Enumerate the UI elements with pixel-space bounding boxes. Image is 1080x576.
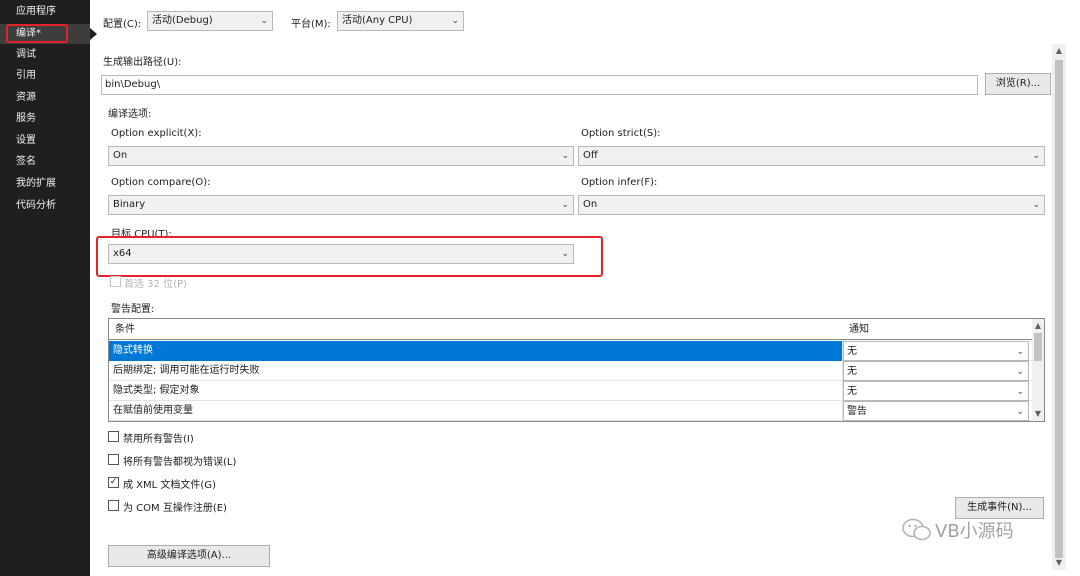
table-row[interactable]: 隐式转换 无 ⌄ xyxy=(109,341,1033,361)
config-select[interactable]: 活动(Debug) ⌄ xyxy=(147,11,273,31)
disable-warnings-checkbox[interactable] xyxy=(108,431,119,442)
com-interop-label: 为 COM 互操作注册(E) xyxy=(123,503,227,514)
sidebar-item-services[interactable]: 服务 xyxy=(0,109,90,129)
xml-doc-label: 成 XML 文档文件(G) xyxy=(123,480,216,491)
target-cpu-select[interactable]: x64 ⌄ xyxy=(108,244,574,264)
target-cpu-value: x64 xyxy=(113,248,132,259)
main-scroll-thumb[interactable] xyxy=(1055,60,1063,558)
chevron-down-icon: ⌄ xyxy=(1016,367,1024,377)
sidebar-item-references[interactable]: 引用 xyxy=(0,66,90,86)
table-scroll-thumb[interactable] xyxy=(1034,333,1042,361)
table-header: 条件 通知 xyxy=(109,319,1033,340)
advanced-compile-options-button[interactable]: 高级编译选项(A)... xyxy=(108,545,270,567)
scroll-up-icon[interactable]: ▲ xyxy=(1032,319,1044,333)
option-strict-value: Off xyxy=(583,150,598,161)
column-header-condition: 条件 xyxy=(115,324,135,335)
chevron-down-icon: ⌄ xyxy=(561,200,569,210)
chevron-down-icon: ⌄ xyxy=(1016,407,1024,417)
table-scrollbar[interactable]: ▲ ▼ xyxy=(1032,319,1044,421)
browse-button[interactable]: 浏览(R)... xyxy=(985,73,1051,95)
scroll-down-icon[interactable]: ▼ xyxy=(1032,407,1044,421)
target-cpu-label: 目标 CPU(T): xyxy=(111,229,172,240)
option-infer-label: Option infer(F): xyxy=(581,177,658,188)
output-path-input[interactable]: bin\Debug\ xyxy=(101,75,978,95)
option-explicit-label: Option explicit(X): xyxy=(111,128,202,139)
platform-label: 平台(M): xyxy=(291,19,331,30)
notify-value: 警告 xyxy=(847,406,867,417)
scroll-down-icon[interactable]: ▼ xyxy=(1052,556,1066,570)
chevron-down-icon: ⌄ xyxy=(561,151,569,161)
option-compare-value: Binary xyxy=(113,199,146,210)
option-infer-select[interactable]: On ⌄ xyxy=(578,195,1045,215)
table-row[interactable]: 后期绑定; 调用可能在运行时失败 无 ⌄ xyxy=(109,361,1033,381)
platform-select[interactable]: 活动(Any CPU) ⌄ xyxy=(337,11,464,31)
column-header-notify: 通知 xyxy=(849,324,869,335)
chevron-down-icon: ⌄ xyxy=(1016,387,1024,397)
condition-cell: 隐式转换 xyxy=(109,341,843,361)
disable-warnings-label: 禁用所有警告(I) xyxy=(123,434,194,445)
com-interop-checkbox[interactable] xyxy=(108,500,119,511)
warnings-as-errors-checkbox[interactable] xyxy=(108,454,119,465)
main-scrollbar[interactable]: ▲ ▼ xyxy=(1052,44,1066,570)
chevron-down-icon: ⌄ xyxy=(561,249,569,259)
condition-cell: 在赋值前使用变量 xyxy=(109,401,843,421)
xml-doc-checkbox[interactable]: ✓ xyxy=(108,477,119,488)
sidebar-item-compile[interactable]: 编译* xyxy=(0,24,90,44)
sidebar-item-code-analysis[interactable]: 代码分析 xyxy=(0,196,90,216)
notify-value: 无 xyxy=(847,386,857,397)
sidebar-item-signing[interactable]: 签名 xyxy=(0,152,90,172)
warnings-table: 条件 通知 隐式转换 无 ⌄ 后期绑定; 调用可能在运行时失败 无 ⌄ 隐式类型… xyxy=(108,318,1045,422)
prefer32-label: 首选 32 位(P) xyxy=(124,279,187,290)
config-label: 配置(C): xyxy=(103,19,142,30)
output-path-value: bin\Debug\ xyxy=(105,79,161,90)
notify-select[interactable]: 无 ⌄ xyxy=(843,361,1029,381)
notify-value: 无 xyxy=(847,346,857,357)
option-explicit-value: On xyxy=(113,150,128,161)
platform-value: 活动(Any CPU) xyxy=(342,15,413,26)
sidebar-item-debug[interactable]: 调试 xyxy=(0,45,90,65)
chat-bubble-icon xyxy=(902,518,931,541)
table-row[interactable]: 隐式类型; 假定对象 无 ⌄ xyxy=(109,381,1033,401)
output-path-label: 生成输出路径(U): xyxy=(103,57,182,68)
warnings-heading: 警告配置: xyxy=(111,304,155,315)
option-infer-value: On xyxy=(583,199,598,210)
notify-select[interactable]: 无 ⌄ xyxy=(843,341,1029,361)
checkmark-icon: ✓ xyxy=(109,477,118,487)
condition-cell: 隐式类型; 假定对象 xyxy=(109,381,843,401)
scroll-up-icon[interactable]: ▲ xyxy=(1052,44,1066,58)
chevron-down-icon: ⌄ xyxy=(1032,151,1040,161)
condition-cell: 后期绑定; 调用可能在运行时失败 xyxy=(109,361,843,381)
warnings-as-errors-label: 将所有警告都视为错误(L) xyxy=(123,457,237,468)
notify-select[interactable]: 警告 ⌄ xyxy=(843,401,1029,421)
sidebar-nav: 应用程序 编译* 调试 引用 资源 服务 设置 签名 我的扩展 代码分析 xyxy=(0,0,90,576)
watermark-text: VB小源码 xyxy=(935,521,1014,542)
option-explicit-select[interactable]: On ⌄ xyxy=(108,146,574,166)
table-row[interactable]: 在赋值前使用变量 警告 ⌄ xyxy=(109,401,1033,421)
chevron-down-icon: ⌄ xyxy=(1032,200,1040,210)
chevron-down-icon: ⌄ xyxy=(260,16,268,26)
sidebar-item-resources[interactable]: 资源 xyxy=(0,88,90,108)
prefer32-checkbox[interactable] xyxy=(110,276,121,287)
notify-value: 无 xyxy=(847,366,857,377)
sidebar-item-my-extensions[interactable]: 我的扩展 xyxy=(0,174,90,194)
notify-select[interactable]: 无 ⌄ xyxy=(843,381,1029,401)
sidebar-item-application[interactable]: 应用程序 xyxy=(0,2,90,22)
active-item-arrow-icon xyxy=(90,28,97,40)
watermark: VB小源码 xyxy=(902,515,1042,545)
option-strict-label: Option strict(S): xyxy=(581,128,661,139)
option-compare-label: Option compare(O): xyxy=(111,177,211,188)
config-value: 活动(Debug) xyxy=(152,15,213,26)
compile-options-heading: 编译选项: xyxy=(108,109,152,120)
sidebar-item-settings[interactable]: 设置 xyxy=(0,131,90,151)
option-compare-select[interactable]: Binary ⌄ xyxy=(108,195,574,215)
chevron-down-icon: ⌄ xyxy=(451,16,459,26)
chevron-down-icon: ⌄ xyxy=(1016,347,1024,357)
option-strict-select[interactable]: Off ⌄ xyxy=(578,146,1045,166)
